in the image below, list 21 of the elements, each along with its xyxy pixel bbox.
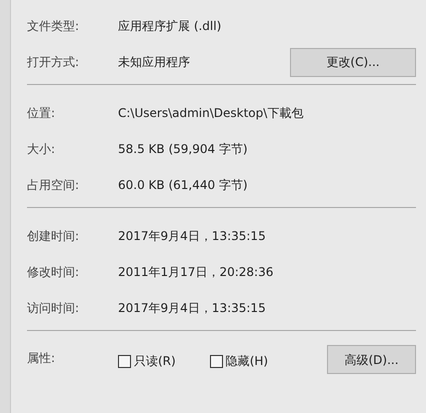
field-value: 应用程序扩展 (.dll) xyxy=(118,18,222,35)
field-value: 58.5 KB (59,904 字节) xyxy=(118,141,249,158)
field-value: 未知应用程序 xyxy=(118,54,191,71)
field-value: 60.0 KB (61,440 字节) xyxy=(118,177,249,194)
field-label: 创建时间: xyxy=(27,228,80,245)
field-label: 大小: xyxy=(27,141,56,158)
field-label: 位置: xyxy=(27,105,56,122)
checkbox[interactable]: 只读(R) xyxy=(118,352,176,370)
field-label: 属性: xyxy=(27,350,56,367)
field-value: C:\Users\admin\Desktop\下載包 xyxy=(118,105,304,122)
field-label: 占用空间: xyxy=(27,177,80,194)
field-value: 2017年9月4日，13:35:15 xyxy=(118,300,267,317)
change-button[interactable]: 更改(C)... xyxy=(290,48,416,76)
checkbox[interactable]: 隐藏(H) xyxy=(210,352,268,370)
field-label: 打开方式: xyxy=(27,54,80,71)
field-label: 访问时间: xyxy=(27,300,80,317)
advanced-button[interactable]: 高级(D)... xyxy=(327,345,416,374)
field-label: 文件类型: xyxy=(27,18,80,35)
field-value: 2011年1月17日，20:28:36 xyxy=(118,264,274,281)
field-label: 修改时间: xyxy=(27,264,80,281)
field-value: 2017年9月4日，13:35:15 xyxy=(118,228,267,245)
